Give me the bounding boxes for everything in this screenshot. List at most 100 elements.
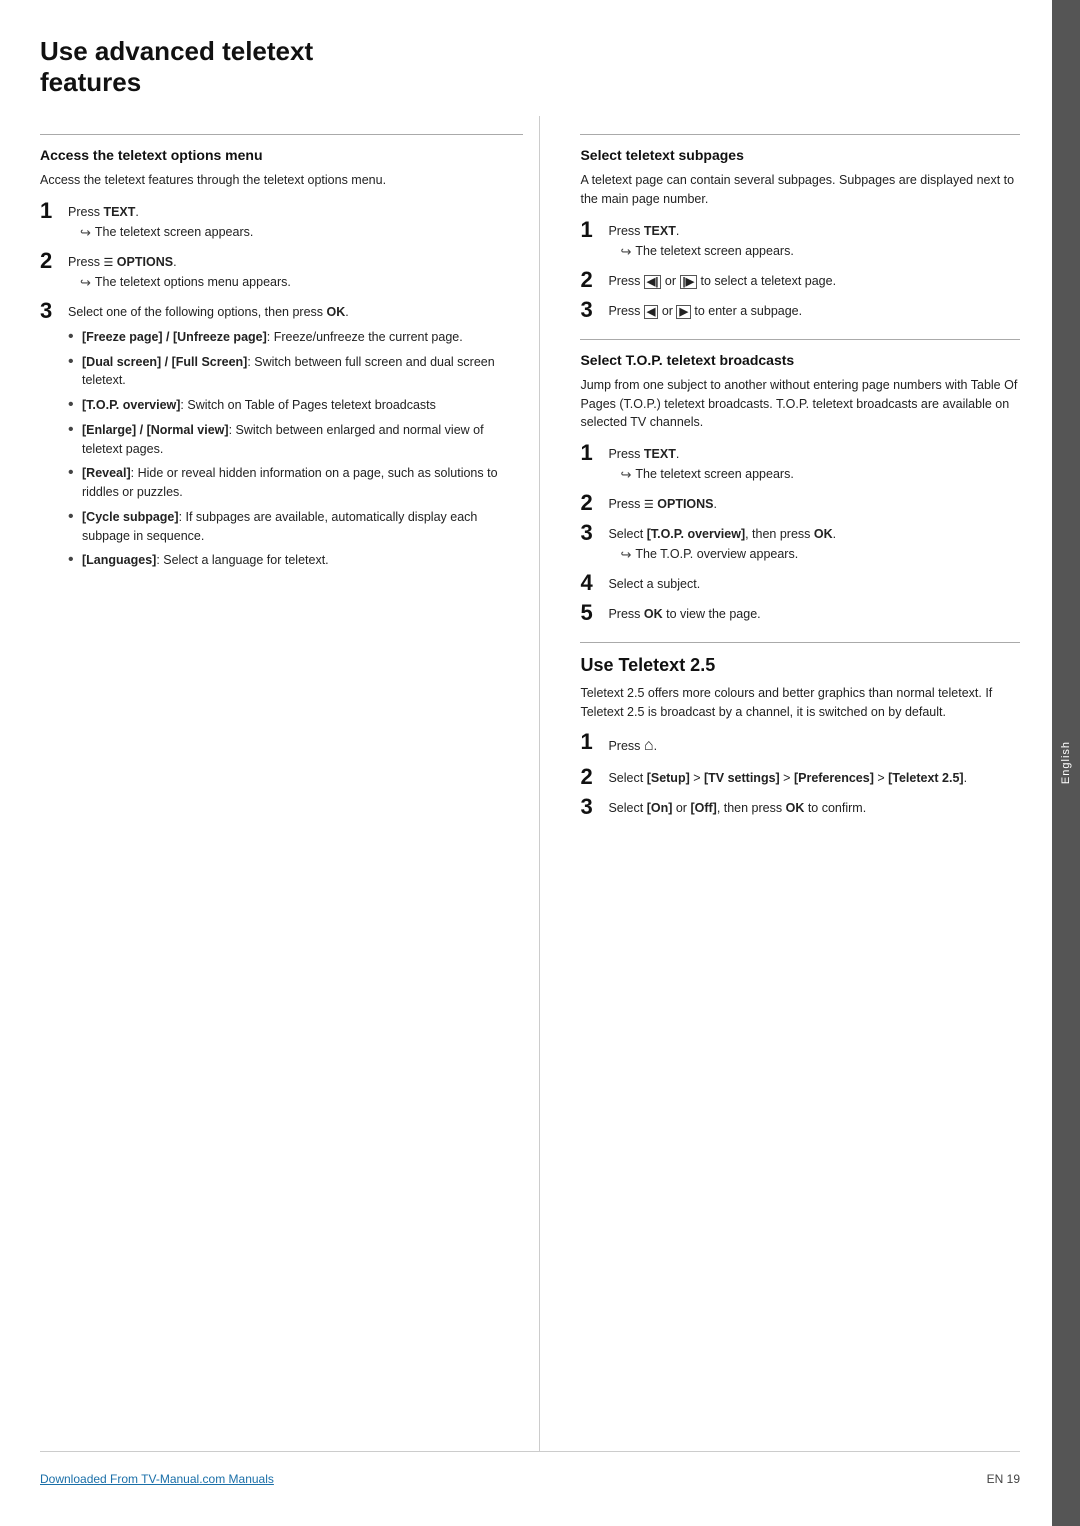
arrow-icon-1: ↪ [80,224,91,242]
step-number: 4 [580,572,608,594]
step-number-2: 2 [40,250,68,272]
step-content-3: Select one of the following options, the… [68,300,523,576]
arrow-icon: ↪ [620,243,631,261]
step-arrow: ↪ The teletext screen appears. [608,466,1020,484]
section-teletext25: Use Teletext 2.5 Teletext 2.5 offers mor… [580,642,1020,819]
step-number: 2 [580,492,608,514]
bullet-dot: • [68,396,82,414]
left-step-3: 3 Select one of the following options, t… [40,300,523,576]
step-number: 3 [580,522,608,544]
bullet-reveal-text: [Reveal]: Hide or reveal hidden informat… [82,464,523,502]
step-content: Select [T.O.P. overview], then press OK.… [608,522,1020,564]
left-section-heading: Access the teletext options menu [40,147,523,163]
subpages-divider [580,134,1020,135]
bullet-enlarge-text: [Enlarge] / [Normal view]: Switch betwee… [82,421,523,459]
bullet-languages: • [Languages]: Select a language for tel… [68,551,523,570]
bullet-cycle: • [Cycle subpage]: If subpages are avail… [68,508,523,546]
top-intro: Jump from one subject to another without… [580,376,1020,432]
bullet-top: • [T.O.P. overview]: Switch on Table of … [68,396,523,415]
left-column: Access the teletext options menu Access … [40,116,540,1451]
teletext25-heading: Use Teletext 2.5 [580,655,1020,676]
arrow-icon: ↪ [620,466,631,484]
subpages-step-3: 3 Press ◀ or ▶ to enter a subpage. [580,299,1020,321]
bullet-dot: • [68,328,82,346]
page-footer: Downloaded From TV-Manual.com Manuals EN… [40,1451,1020,1486]
top-step-list: 1 Press TEXT. ↪ The teletext screen appe… [580,442,1020,624]
sidebar-tab-label: English [1060,741,1072,784]
bullet-dot: • [68,551,82,569]
top-step-3: 3 Select [T.O.P. overview], then press O… [580,522,1020,564]
step-content: Press ☰ OPTIONS. [608,492,1020,514]
step-content: Press ◀| or |▶ to select a teletext page… [608,269,1020,291]
step-1-arrow: ↪ The teletext screen appears. [68,224,523,242]
left-section-intro: Access the teletext features through the… [40,171,523,190]
top-divider [580,339,1020,340]
subpages-heading: Select teletext subpages [580,147,1020,163]
title-line2: features [40,67,141,97]
step-content: Select [On] or [Off], then press OK to c… [608,796,1020,818]
step-number: 2 [580,269,608,291]
step-content-1: Press TEXT. ↪ The teletext screen appear… [68,200,523,242]
step-content: Press TEXT. ↪ The teletext screen appear… [608,219,1020,261]
footer-link[interactable]: Downloaded From TV-Manual.com Manuals [40,1472,274,1486]
bullet-dot: • [68,508,82,526]
bullet-enlarge: • [Enlarge] / [Normal view]: Switch betw… [68,421,523,459]
page-wrapper: Use advanced teletext features Access th… [0,0,1080,1526]
step-number: 1 [580,219,608,241]
step-arrow: ↪ The teletext screen appears. [608,243,1020,261]
teletext25-intro: Teletext 2.5 offers more colours and bet… [580,684,1020,722]
teletext25-divider [580,642,1020,643]
step-number: 5 [580,602,608,624]
step-content: Press ◀ or ▶ to enter a subpage. [608,299,1020,321]
step-content-2: Press ☰ OPTIONS. ↪ The teletext options … [68,250,523,292]
left-step-1: 1 Press TEXT. ↪ The teletext screen appe… [40,200,523,242]
step-number-3: 3 [40,300,68,322]
step-content: Press ⌂. [608,731,1020,758]
content-columns: Access the teletext options menu Access … [40,116,1020,1451]
step-2-arrow: ↪ The teletext options menu appears. [68,274,523,292]
step-number-1: 1 [40,200,68,222]
top-step-2: 2 Press ☰ OPTIONS. [580,492,1020,514]
section-divider [40,134,523,135]
bullet-freeze: • [Freeze page] / [Unfreeze page]: Freez… [68,328,523,347]
subpages-intro: A teletext page can contain several subp… [580,171,1020,209]
bullet-top-text: [T.O.P. overview]: Switch on Table of Pa… [82,396,523,415]
step-number: 1 [580,731,608,753]
bullet-cycle-text: [Cycle subpage]: If subpages are availab… [82,508,523,546]
bullet-reveal: • [Reveal]: Hide or reveal hidden inform… [68,464,523,502]
subpages-step-1: 1 Press TEXT. ↪ The teletext screen appe… [580,219,1020,261]
step-number: 2 [580,766,608,788]
bullet-languages-text: [Languages]: Select a language for telet… [82,551,523,570]
bullet-freeze-text: [Freeze page] / [Unfreeze page]: Freeze/… [82,328,523,347]
step-content: Press OK to view the page. [608,602,1020,624]
teletext25-step-list: 1 Press ⌂. 2 Select [Setup] > [TV settin… [580,731,1020,818]
section-subpages: Select teletext subpages A teletext page… [580,134,1020,320]
section-top: Select T.O.P. teletext broadcasts Jump f… [580,339,1020,624]
step-content: Select a subject. [608,572,1020,594]
top-step-1: 1 Press TEXT. ↪ The teletext screen appe… [580,442,1020,484]
sidebar-tab: English [1052,0,1080,1526]
arrow-icon-2: ↪ [80,274,91,292]
options-bullet-list: • [Freeze page] / [Unfreeze page]: Freez… [68,328,523,570]
step-number: 1 [580,442,608,464]
bullet-dual: • [Dual screen] / [Full Screen]: Switch … [68,353,523,391]
step-number: 3 [580,299,608,321]
step-content: Select [Setup] > [TV settings] > [Prefer… [608,766,1020,788]
top-step-5: 5 Press OK to view the page. [580,602,1020,624]
arrow-icon: ↪ [620,546,631,564]
teletext25-step-2: 2 Select [Setup] > [TV settings] > [Pref… [580,766,1020,788]
bullet-dot: • [68,353,82,371]
teletext25-step-1: 1 Press ⌂. [580,731,1020,758]
top-heading: Select T.O.P. teletext broadcasts [580,352,1020,368]
step-number: 3 [580,796,608,818]
title-line1: Use advanced teletext [40,36,313,66]
step-arrow: ↪ The T.O.P. overview appears. [608,546,1020,564]
teletext25-step-3: 3 Select [On] or [Off], then press OK to… [580,796,1020,818]
top-step-4: 4 Select a subject. [580,572,1020,594]
step-content: Press TEXT. ↪ The teletext screen appear… [608,442,1020,484]
page-title: Use advanced teletext features [40,36,1020,98]
left-step-2: 2 Press ☰ OPTIONS. ↪ The teletext option… [40,250,523,292]
subpages-step-2: 2 Press ◀| or |▶ to select a teletext pa… [580,269,1020,291]
right-column: Select teletext subpages A teletext page… [572,116,1020,1451]
bullet-dot: • [68,421,82,439]
